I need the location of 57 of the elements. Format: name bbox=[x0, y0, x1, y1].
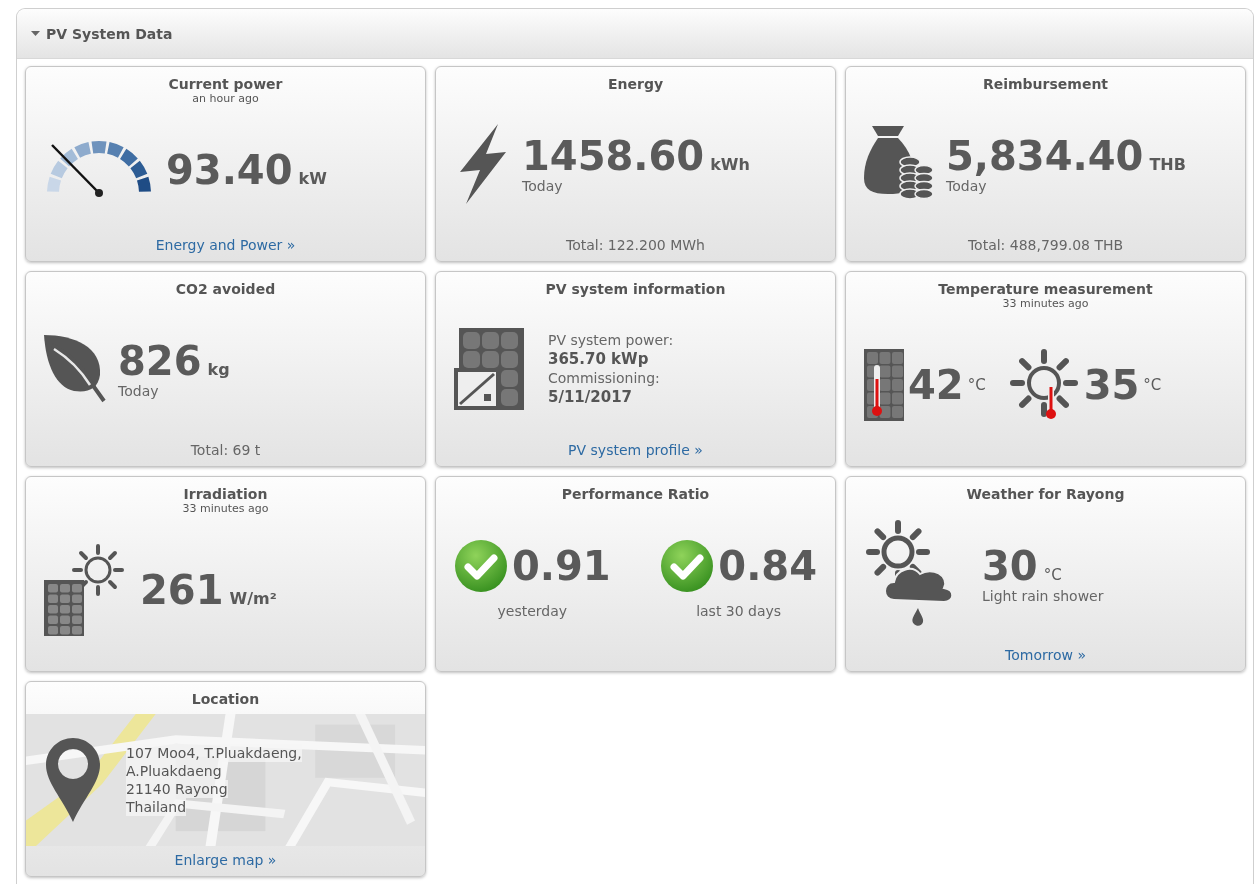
panel-thermometer-icon bbox=[864, 348, 904, 421]
unit-label: kWh bbox=[710, 155, 750, 174]
unit-label: W/m² bbox=[229, 588, 277, 608]
temperature-reading: 35 bbox=[1083, 362, 1140, 407]
total-label: Total: 69 t bbox=[189, 441, 262, 460]
tile-timestamp: an hour ago bbox=[191, 93, 260, 104]
tile-title: PV system information bbox=[544, 280, 727, 298]
tile-title: Irradiation bbox=[182, 485, 269, 503]
tile-link[interactable]: Tomorrow » bbox=[1005, 647, 1086, 663]
collapse-toggle-icon[interactable] bbox=[31, 29, 40, 38]
info-line: Commissioning: bbox=[548, 369, 661, 388]
unit-label: °C bbox=[967, 375, 986, 394]
sun-thermometer-icon bbox=[1007, 348, 1080, 421]
ratio-value: 0.91 bbox=[512, 544, 611, 588]
info-line: PV system power: bbox=[548, 331, 674, 350]
value-reading: 93.40 bbox=[166, 147, 293, 192]
tile-title: CO2 avoided bbox=[174, 280, 277, 298]
ratio-value: 0.84 bbox=[718, 544, 817, 588]
panel-title: PV System Data bbox=[46, 25, 173, 42]
temperature-reading: 42 bbox=[908, 362, 964, 407]
period-label: Today bbox=[946, 178, 988, 194]
map-pin-icon bbox=[46, 738, 100, 822]
info-line: 5/11/2017 bbox=[548, 388, 634, 407]
panel-header[interactable]: PV System Data bbox=[17, 9, 1253, 59]
tile-timestamp: 33 minutes ago bbox=[181, 503, 270, 514]
info-line: 365.70 kWp bbox=[548, 350, 650, 369]
value-reading: 1458.60 bbox=[522, 134, 705, 178]
tile-title: Performance Ratio bbox=[560, 485, 711, 503]
temperature-reading: 30 bbox=[982, 544, 1038, 588]
unit-label: THB bbox=[1149, 155, 1186, 174]
tile-title: Current power bbox=[167, 75, 284, 93]
tile-timestamp: 33 minutes ago bbox=[1001, 298, 1090, 309]
period-label: Today bbox=[118, 383, 160, 399]
total-label: Total: 122.200 MWh bbox=[565, 236, 706, 255]
weather-description: Light rain shower bbox=[982, 588, 1104, 604]
period-label: last 30 days bbox=[696, 603, 782, 619]
tile-title: Energy bbox=[606, 75, 665, 93]
unit-label: °C bbox=[1043, 566, 1062, 584]
tile-title: Temperature measurement bbox=[937, 280, 1154, 298]
unit-label: kW bbox=[298, 168, 327, 188]
money-bag-icon bbox=[864, 126, 934, 202]
total-label: Total: 488,799.08 THB bbox=[966, 236, 1125, 255]
value-reading: 261 bbox=[140, 567, 224, 612]
period-label: Today bbox=[522, 178, 564, 194]
tile-title: Reimbursement bbox=[981, 75, 1110, 93]
tile-link[interactable]: Enlarge map » bbox=[174, 852, 277, 868]
solar-panel-inverter-icon bbox=[454, 328, 524, 410]
value-reading: 826 bbox=[118, 339, 202, 383]
leaf-icon bbox=[44, 335, 106, 403]
tile-title: Weather for Rayong bbox=[965, 485, 1126, 503]
value-reading: 5,834.40 bbox=[946, 134, 1144, 178]
tile-link[interactable]: Energy and Power » bbox=[155, 237, 296, 253]
tile-link[interactable]: PV system profile » bbox=[568, 442, 703, 458]
tile-title: Location bbox=[190, 690, 261, 708]
unit-label: kg bbox=[207, 360, 230, 379]
period-label: yesterday bbox=[497, 603, 568, 619]
unit-label: °C bbox=[1143, 375, 1162, 394]
